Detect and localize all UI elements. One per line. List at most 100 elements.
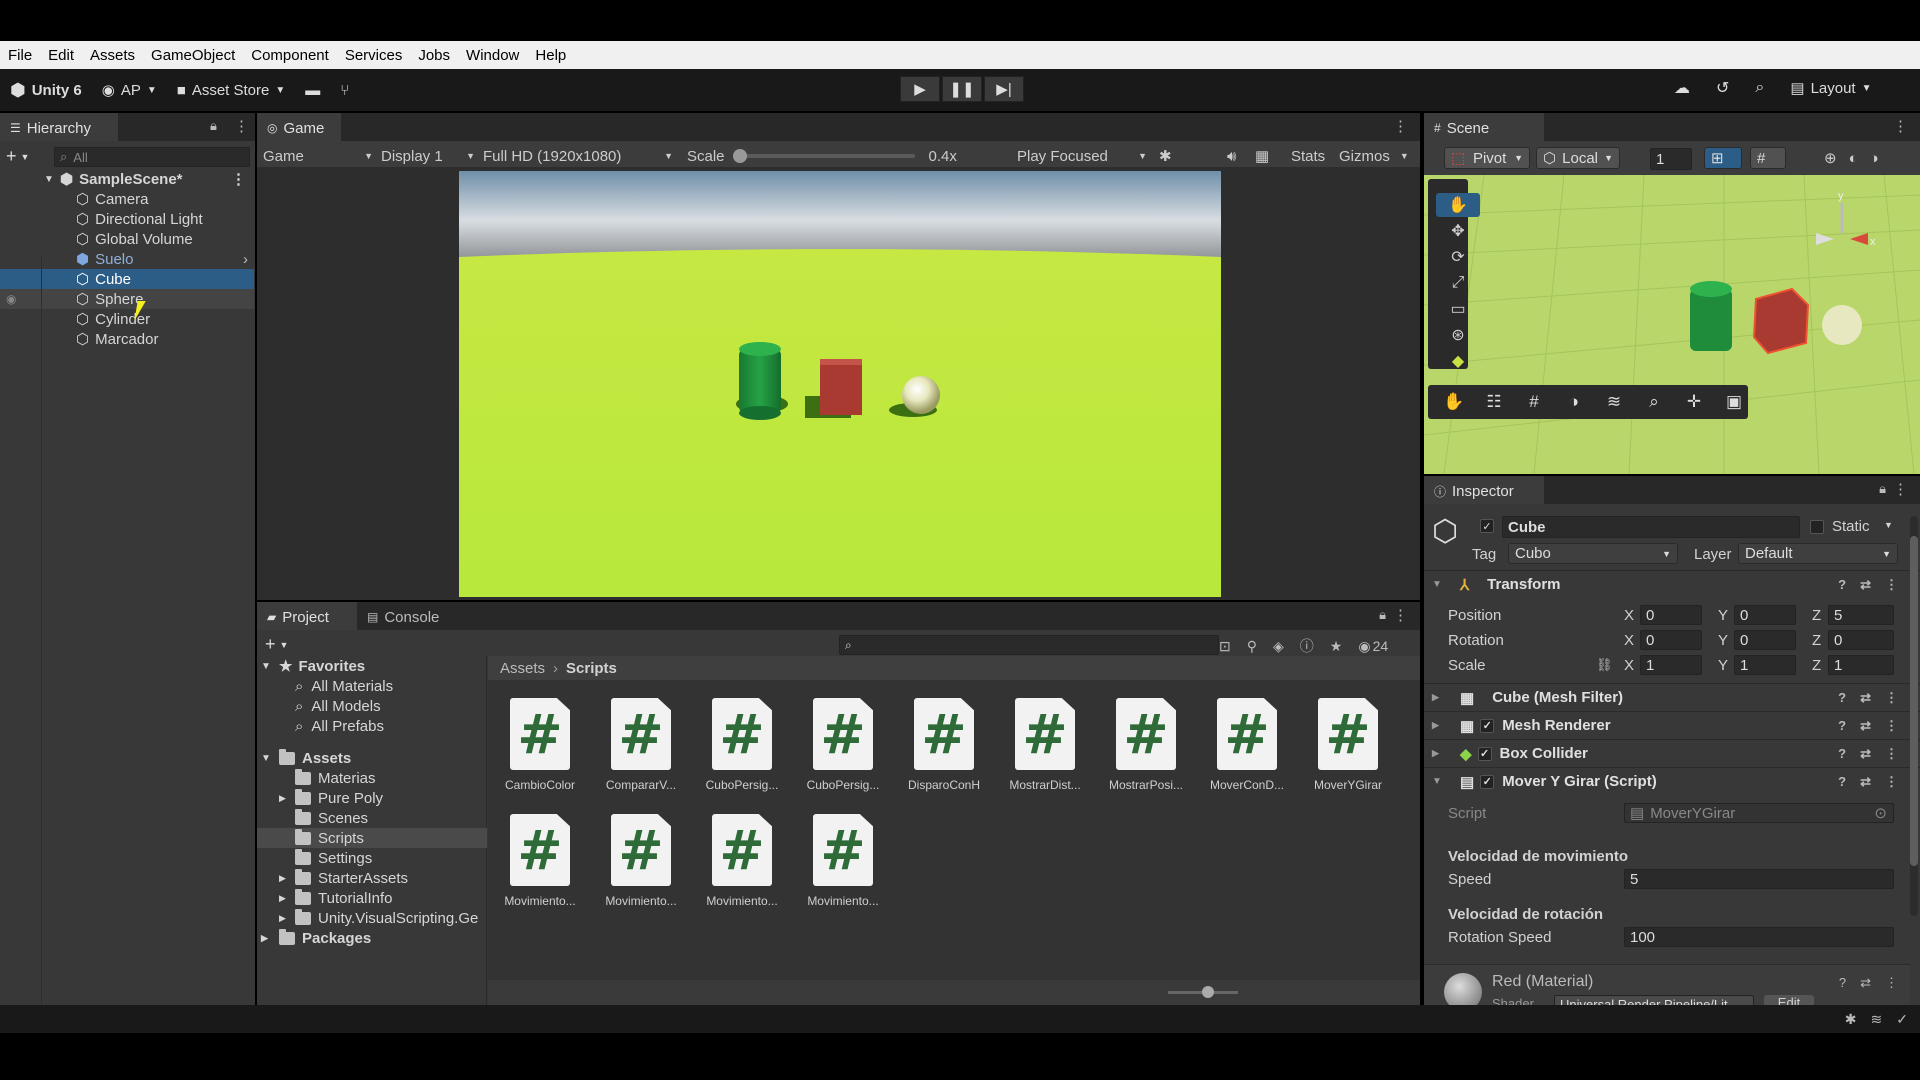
script-asset[interactable]: # Movimiento... xyxy=(692,814,792,908)
layer-dropdown[interactable]: Default ▼ xyxy=(1738,543,1898,564)
hierarchy-item-sphere[interactable]: ◉ ⬡ Sphere xyxy=(0,289,254,309)
tab-scene[interactable]: # Scene xyxy=(1424,113,1544,141)
script-asset[interactable]: # MostrarDist... xyxy=(995,698,1095,792)
rotate-tool-button[interactable]: ⟳ xyxy=(1436,245,1480,269)
filter-label-icon[interactable]: ⚲ xyxy=(1247,638,1257,655)
object-name-input[interactable]: Cube xyxy=(1502,516,1800,538)
tab-hierarchy[interactable]: ☰ Hierarchy xyxy=(0,113,118,141)
box-collider-enabled-checkbox[interactable]: ✓ xyxy=(1477,746,1492,761)
search-icon[interactable]: ⌕ xyxy=(1755,79,1764,97)
gizmos-dropdown[interactable]: Gizmos ▼ xyxy=(1339,146,1409,166)
menu-edit[interactable]: Edit xyxy=(40,47,82,64)
check-circle-icon[interactable]: ✓ xyxy=(1896,1011,1908,1028)
snap-overlay-button[interactable]: ✛ xyxy=(1674,387,1714,417)
chevron-down-icon[interactable]: ▼ xyxy=(1884,520,1893,530)
account-button[interactable]: ◉ AP ▼ xyxy=(92,76,167,104)
script-asset[interactable]: # MoverYGirar xyxy=(1298,698,1398,792)
more-icon[interactable]: ⋮ xyxy=(1885,577,1898,593)
hierarchy-item-camera[interactable]: ⬡ Camera xyxy=(0,189,254,209)
help-icon[interactable]: ? xyxy=(1839,975,1846,991)
local-dropdown[interactable]: ⬡ Local ▼ xyxy=(1536,147,1620,169)
asset-store-button[interactable]: ■ Asset Store ▼ xyxy=(167,76,296,104)
mesh-renderer-component-header[interactable]: ▶ ▦ ✓ Mesh Renderer ? ⇄ ⋮ xyxy=(1424,711,1920,739)
folder-tutorialinfo[interactable]: ▶ TutorialInfo xyxy=(279,888,392,908)
more-icon[interactable]: ⋮ xyxy=(231,170,246,188)
hidden-count[interactable]: ◉ 24 xyxy=(1358,638,1388,655)
script-asset[interactable]: # CuboPersig... xyxy=(793,698,893,792)
scale-z-field[interactable]: 1 xyxy=(1828,655,1894,675)
preset-icon[interactable]: ⇄ xyxy=(1860,774,1871,790)
custom-tool-button[interactable]: ◆ xyxy=(1436,349,1480,373)
tab-inspector[interactable]: ⓘ Inspector xyxy=(1424,476,1544,504)
zoom-slider-handle[interactable] xyxy=(1202,986,1214,998)
layers-overlay-button[interactable]: ≋ xyxy=(1594,387,1634,417)
more-icon[interactable]: ⋮ xyxy=(1885,718,1898,734)
mesh-renderer-enabled-checkbox[interactable]: ✓ xyxy=(1480,718,1495,733)
camera-overlay-button[interactable]: ▣ xyxy=(1714,387,1754,417)
more-icon[interactable]: ⋮ xyxy=(1393,117,1408,135)
package-button[interactable]: ▬ xyxy=(295,76,330,104)
target-icon[interactable]: ⊙ xyxy=(1874,804,1887,822)
mover-y-girar-component-header[interactable]: ▼ ▤ ✓ Mover Y Girar (Script) ? ⇄ ⋮ xyxy=(1424,767,1920,795)
unity-version-button[interactable]: ⬢ Unity 6 xyxy=(0,76,92,104)
scale-slider[interactable] xyxy=(732,149,915,163)
tab-console[interactable]: ▤ Console xyxy=(357,602,457,630)
scale-tool-button[interactable]: ⤢ xyxy=(1436,271,1480,295)
project-search-input[interactable]: ⌕ xyxy=(839,635,1219,655)
pivot-dropdown[interactable]: ⬚ Pivot ▼ xyxy=(1444,147,1530,169)
position-x-field[interactable]: 0 xyxy=(1640,605,1702,625)
grid-snap-button[interactable]: ⊞ xyxy=(1704,147,1742,169)
hierarchy-item-marcador[interactable]: ⬡ Marcador xyxy=(0,329,254,349)
game-mode-dropdown[interactable]: Game ▼ xyxy=(263,146,373,166)
script-asset[interactable]: # MostrarPosi... xyxy=(1096,698,1196,792)
transform-component-header[interactable]: ▼ ⅄ Transform ? ⇄ ⋮ xyxy=(1424,570,1920,598)
hand-overlay-button[interactable]: ✋ xyxy=(1434,387,1474,417)
globe-icon[interactable]: ⊕ xyxy=(1824,149,1837,167)
game-viewport[interactable] xyxy=(459,171,1221,597)
filter-type-icon[interactable]: ⊡ xyxy=(1219,638,1231,655)
resolution-dropdown[interactable]: Full HD (1920x1080) ▼ xyxy=(483,146,673,166)
hierarchy-item-cylinder[interactable]: ⬡ Cylinder xyxy=(0,309,254,329)
menu-jobs[interactable]: Jobs xyxy=(410,47,458,64)
breadcrumb-scripts[interactable]: Scripts xyxy=(566,660,617,677)
inspector-scrollbar[interactable] xyxy=(1910,516,1918,916)
scene-viewport[interactable]: y x xyxy=(1424,175,1920,474)
packages-root[interactable]: ▶ Packages xyxy=(261,928,371,948)
script-asset[interactable]: # CambioColor xyxy=(490,698,590,792)
preset-icon[interactable]: ⇄ xyxy=(1860,746,1871,762)
menu-component[interactable]: Component xyxy=(243,47,337,64)
settings-overlay-button[interactable]: ☷ xyxy=(1474,387,1514,417)
more-icon[interactable]: ⋮ xyxy=(1885,774,1898,790)
script-asset[interactable]: # Movimiento... xyxy=(793,814,893,908)
step-button[interactable]: ▶| xyxy=(984,76,1024,102)
active-checkbox[interactable]: ✓ xyxy=(1480,519,1494,533)
menu-window[interactable]: Window xyxy=(458,47,527,64)
static-checkbox[interactable] xyxy=(1810,520,1824,534)
menu-file[interactable]: File xyxy=(0,47,40,64)
play-button[interactable]: ▶ xyxy=(900,76,940,102)
play-focused-dropdown[interactable]: Play Focused ▼ xyxy=(1017,146,1147,166)
breadcrumb-assets[interactable]: Assets xyxy=(500,660,545,677)
tag-dropdown[interactable]: Cubo ▼ xyxy=(1508,543,1678,564)
stats-button[interactable]: Stats xyxy=(1291,146,1325,166)
shading-icon[interactable]: ◐ xyxy=(1849,150,1858,167)
more-icon[interactable]: ⋮ xyxy=(1885,975,1898,991)
shading-overlay-button[interactable]: ◑ xyxy=(1554,387,1594,417)
mesh-filter-component-header[interactable]: ▶ ▦ Cube (Mesh Filter) ? ⇄ ⋮ xyxy=(1424,683,1920,711)
menu-assets[interactable]: Assets xyxy=(82,47,143,64)
rotation-x-field[interactable]: 0 xyxy=(1640,630,1702,650)
folder-scenes[interactable]: Scenes xyxy=(295,808,368,828)
chevron-right-icon[interactable]: › xyxy=(243,251,248,268)
position-y-field[interactable]: 0 xyxy=(1734,605,1796,625)
folder-settings[interactable]: Settings xyxy=(295,848,372,868)
lock-icon[interactable]: 🔒︎ xyxy=(1879,481,1886,497)
lock-icon[interactable]: 🔒︎ xyxy=(210,118,217,134)
rotation-z-field[interactable]: 0 xyxy=(1828,630,1894,650)
search-overlay-button[interactable]: ⌕ xyxy=(1634,387,1674,417)
preset-icon[interactable]: ⇄ xyxy=(1860,577,1871,593)
scale-y-field[interactable]: 1 xyxy=(1734,655,1796,675)
transform-tool-button[interactable]: ⊛ xyxy=(1436,323,1480,347)
rotation-speed-field[interactable]: 100 xyxy=(1624,927,1894,947)
menu-services[interactable]: Services xyxy=(337,47,411,64)
cloud-icon[interactable]: ☁ xyxy=(1674,78,1690,98)
